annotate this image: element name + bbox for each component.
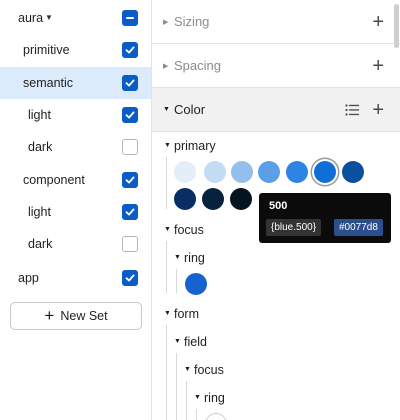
chevron-right-icon[interactable]: ▶ (163, 18, 168, 26)
group-label-form: form (174, 307, 199, 321)
new-set-label: New Set (60, 309, 108, 323)
chevron-down-icon[interactable]: ▼ (184, 366, 191, 373)
set-label: semantic (23, 76, 74, 90)
set-row-semantic-light[interactable]: light (0, 99, 151, 131)
plus-icon: + (44, 305, 55, 325)
color-swatch[interactable] (231, 161, 253, 183)
section-sizing[interactable]: ▶ Sizing + (152, 0, 400, 44)
tooltip-reference: {blue.500} (266, 219, 322, 236)
chevron-right-icon[interactable]: ▶ (163, 62, 168, 70)
set-row-primitive[interactable]: primitive (0, 34, 151, 66)
tree-guide (196, 409, 197, 420)
set-label: component (23, 173, 85, 187)
chevron-down-icon[interactable]: ▼ (194, 394, 201, 401)
set-checkbox[interactable] (122, 139, 138, 155)
set-label: light (28, 205, 51, 219)
color-swatch-empty[interactable] (205, 413, 227, 420)
color-swatch[interactable] (174, 161, 196, 183)
group-label-focus: focus (174, 223, 204, 237)
group-label-field-ring: ring (204, 391, 225, 405)
tree-guide (186, 381, 187, 420)
set-label: aura (18, 11, 44, 25)
section-title: Color (174, 102, 206, 117)
caret-down-icon[interactable]: ▼ (45, 13, 53, 22)
tree-guide (166, 241, 167, 293)
set-row-aura[interactable]: aura ▼ (0, 2, 151, 34)
set-checkbox[interactable] (122, 75, 138, 91)
set-checkbox[interactable] (122, 42, 138, 58)
tree-guide (166, 157, 167, 209)
set-row-semantic-dark[interactable]: dark (0, 131, 151, 163)
section-color[interactable]: ▼ Color + (152, 88, 400, 132)
add-token-icon[interactable]: + (372, 56, 384, 76)
chevron-down-icon[interactable]: ▼ (164, 226, 171, 233)
tooltip-title: 500 (269, 200, 288, 212)
set-row-component-light[interactable]: light (0, 196, 151, 228)
tooltip-hex-value: #0077d8 (334, 219, 383, 236)
tree-guide (176, 353, 177, 420)
new-set-button[interactable]: + New Set (10, 302, 142, 330)
set-row-semantic[interactable]: semantic (0, 67, 151, 99)
color-swatch[interactable] (342, 161, 364, 183)
set-row-app[interactable]: app (0, 262, 151, 294)
color-swatch[interactable] (230, 188, 252, 210)
color-swatch-focus-ring[interactable] (185, 273, 207, 295)
list-view-icon[interactable] (345, 104, 359, 116)
group-label-ring: ring (184, 251, 205, 265)
token-tooltip: 500 {blue.500} #0077d8 (259, 193, 391, 243)
set-label: app (18, 271, 39, 285)
section-title: Spacing (174, 58, 221, 73)
set-label: dark (28, 140, 53, 154)
set-checkbox[interactable] (122, 270, 138, 286)
add-token-icon[interactable]: + (372, 100, 384, 120)
color-swatch[interactable] (174, 188, 196, 210)
set-label: dark (28, 237, 53, 251)
set-label: primitive (23, 43, 70, 57)
chevron-down-icon[interactable]: ▼ (174, 254, 181, 261)
chevron-down-icon[interactable]: ▼ (164, 142, 171, 149)
set-checkbox[interactable] (122, 236, 138, 252)
set-checkbox[interactable] (122, 204, 138, 220)
tree-guide (176, 269, 177, 293)
chevron-down-icon[interactable]: ▼ (164, 310, 171, 317)
tree-guide (166, 325, 167, 420)
section-spacing[interactable]: ▶ Spacing + (152, 44, 400, 88)
group-label-primary: primary (174, 139, 216, 153)
set-checkbox[interactable] (122, 10, 138, 26)
group-label-field: field (184, 335, 207, 349)
section-title: Sizing (174, 14, 210, 29)
set-row-component[interactable]: component (0, 164, 151, 196)
chevron-down-icon[interactable]: ▼ (174, 338, 181, 345)
set-checkbox[interactable] (122, 107, 138, 123)
group-label-field-focus: focus (194, 363, 224, 377)
set-checkbox[interactable] (122, 172, 138, 188)
color-swatch[interactable] (258, 161, 280, 183)
color-swatch[interactable] (204, 161, 226, 183)
color-swatch[interactable] (314, 161, 336, 183)
set-label: light (28, 108, 51, 122)
set-row-component-dark[interactable]: dark (0, 228, 151, 260)
chevron-down-icon[interactable]: ▼ (163, 106, 170, 113)
token-sets-sidebar: aura ▼ primitive semantic light dark comp… (0, 0, 152, 420)
color-swatch[interactable] (202, 188, 224, 210)
add-token-icon[interactable]: + (372, 12, 384, 32)
scrollbar-thumb[interactable] (394, 4, 399, 48)
color-swatch[interactable] (286, 161, 308, 183)
